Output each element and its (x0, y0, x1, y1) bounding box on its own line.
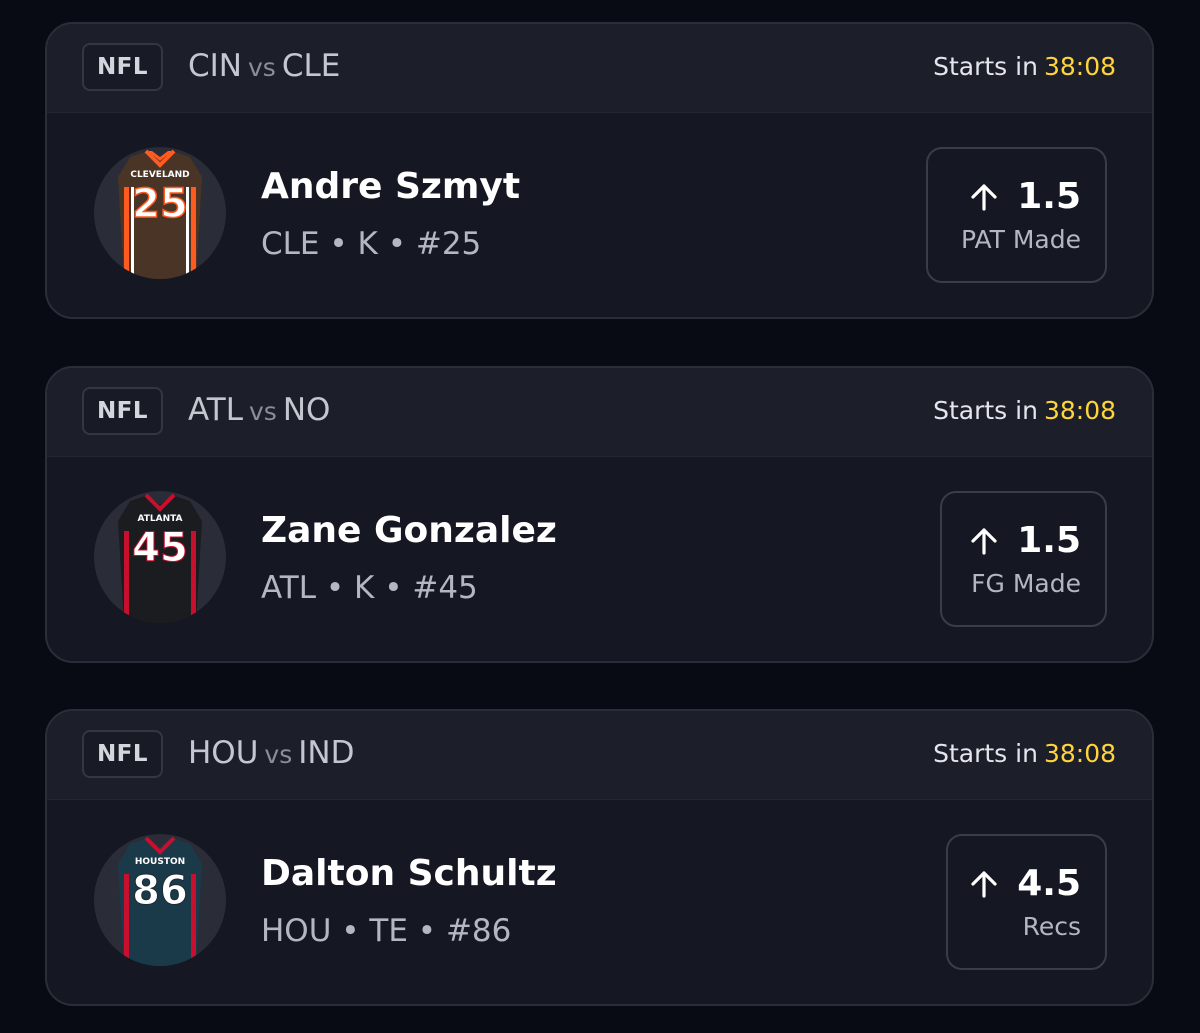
player-meta: CLE • K • #25 (261, 226, 482, 262)
matchup: CIN vs CLE (188, 48, 340, 84)
jersey-number-text: 86 (132, 868, 188, 914)
player-name[interactable]: Zane Gonzalez (261, 510, 557, 551)
player-position: K (354, 570, 375, 606)
vs-label: vs (264, 740, 293, 769)
away-team: CIN (188, 48, 242, 84)
prop-stat-label: PAT Made (961, 225, 1081, 254)
projection-card[interactable]: NFL HOU vs IND Starts in 38:08 HOUSTON 86 D… (45, 709, 1154, 1006)
arrow-up-icon (971, 183, 997, 211)
prop-line-value: 4.5 (1017, 863, 1081, 904)
projection-card[interactable]: NFL ATL vs NO Starts in 38:08 ATLANTA 45 Za… (45, 366, 1154, 663)
league-badge: NFL (82, 730, 163, 778)
league-badge: NFL (82, 43, 163, 91)
player-meta: HOU • TE • #86 (261, 913, 512, 949)
player-meta: ATL • K • #45 (261, 570, 478, 606)
prop-line-button[interactable]: 4.5 Recs (946, 834, 1107, 970)
prop-line-value: 1.5 (1017, 520, 1081, 561)
countdown-timer: 38:08 (1043, 739, 1116, 768)
card-header: NFL CIN vs CLE Starts in 38:08 (47, 24, 1152, 113)
player-number: #86 (445, 913, 512, 949)
card-header: NFL HOU vs IND Starts in 38:08 (47, 711, 1152, 800)
player-position: K (357, 226, 378, 262)
jersey-city-text: ATLANTA (137, 514, 182, 524)
vs-label: vs (249, 397, 277, 426)
away-team: ATL (188, 392, 244, 428)
starts-label: Starts in (933, 52, 1038, 81)
prop-line-value: 1.5 (1017, 176, 1081, 217)
player-avatar: CLEVELAND 25 (94, 147, 226, 279)
away-team: HOU (188, 735, 259, 771)
player-name[interactable]: Andre Szmyt (261, 166, 520, 207)
player-name[interactable]: Dalton Schultz (261, 853, 557, 894)
prop-line-button[interactable]: 1.5 FG Made (940, 491, 1107, 627)
arrow-up-icon (971, 870, 997, 898)
home-team: IND (298, 735, 355, 771)
card-header: NFL ATL vs NO Starts in 38:08 (47, 368, 1152, 457)
prop-stat-label: Recs (1022, 912, 1081, 941)
starts-label: Starts in (933, 739, 1038, 768)
jersey-number-text: 45 (132, 525, 188, 571)
vs-label: vs (247, 53, 276, 82)
league-badge: NFL (82, 387, 163, 435)
start-time: Starts in 38:08 (933, 396, 1116, 425)
arrow-up-icon (971, 527, 997, 555)
countdown-timer: 38:08 (1043, 396, 1116, 425)
player-team: HOU (261, 913, 332, 949)
home-team: CLE (281, 48, 341, 84)
home-team: NO (282, 392, 331, 428)
countdown-timer: 38:08 (1043, 52, 1116, 81)
start-time: Starts in 38:08 (933, 52, 1116, 81)
jersey-city-text: CLEVELAND (130, 170, 189, 180)
jersey-icon: HOUSTON 86 (118, 836, 202, 966)
player-number: #25 (415, 226, 482, 262)
jersey-number-text: 25 (132, 181, 188, 227)
starts-label: Starts in (933, 396, 1038, 425)
player-team: ATL (261, 570, 317, 606)
jersey-city-text: HOUSTON (135, 857, 185, 867)
player-avatar: ATLANTA 45 (94, 491, 226, 623)
player-number: #45 (412, 570, 478, 606)
player-position: TE (369, 913, 408, 949)
prop-stat-label: FG Made (971, 569, 1081, 598)
matchup: HOU vs IND (188, 735, 354, 771)
projection-card[interactable]: NFL CIN vs CLE Starts in 38:08 CLEVELAND 25… (45, 22, 1154, 319)
jersey-icon: CLEVELAND 25 (118, 149, 202, 279)
matchup: ATL vs NO (188, 392, 330, 428)
player-team: CLE (261, 226, 320, 262)
prop-line-button[interactable]: 1.5 PAT Made (926, 147, 1107, 283)
start-time: Starts in 38:08 (933, 739, 1116, 768)
jersey-icon: ATLANTA 45 (118, 493, 202, 623)
player-avatar: HOUSTON 86 (94, 834, 226, 966)
